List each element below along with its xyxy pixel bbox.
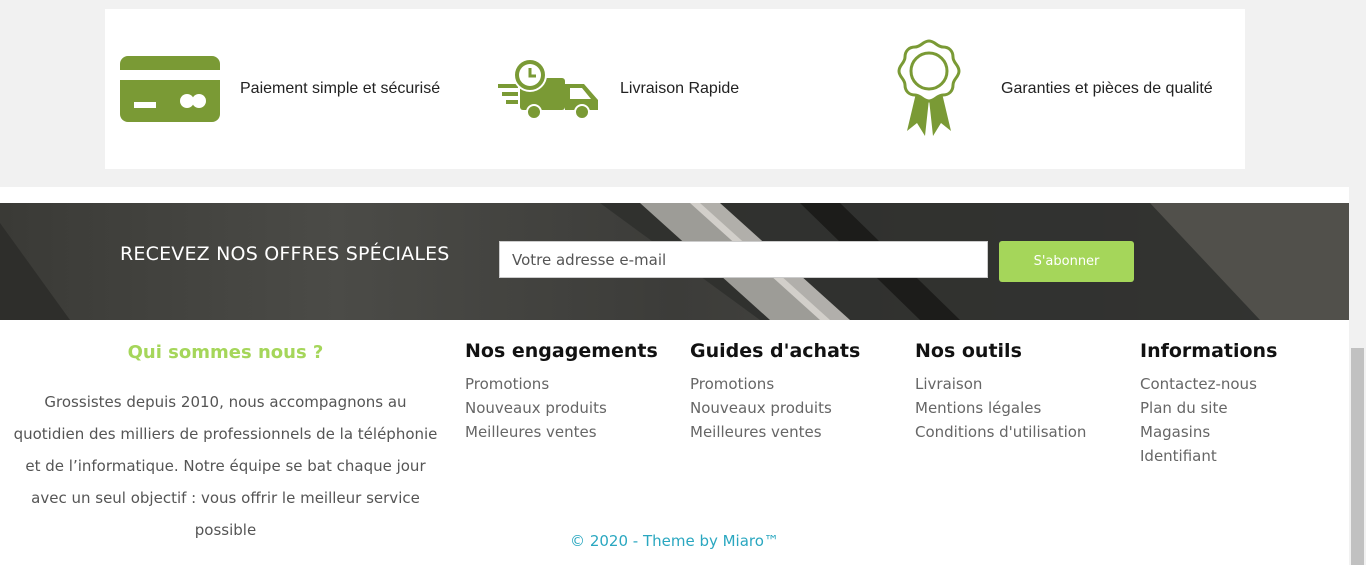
about-title: Qui sommes nous ? [127,342,324,363]
footer-link-new-products[interactable]: Nouveaux produits [690,399,832,417]
subscribe-button[interactable]: S'abonner [999,241,1134,282]
feature-label: Livraison Rapide [620,80,740,97]
footer-link-best-sellers[interactable]: Meilleures ventes [465,423,597,441]
footer-link-contact[interactable]: Contactez-nous [1140,375,1257,393]
footer-column-guides: Guides d'achats Promotions Nouveaux prod… [690,340,860,444]
footer-column-title: Nos outils [915,340,1022,362]
feature-label: Garanties et pièces de qualité [1001,80,1213,97]
copyright[interactable]: © 2020 - Theme by Miaro™ [0,532,1349,550]
reassurance-block: Paiement simple et sécurisé Livraison Ra… [105,9,1245,169]
newsletter-email-input[interactable] [499,241,988,278]
credit-card-icon [120,56,220,122]
footer-link-promotions[interactable]: Promotions [690,375,774,393]
footer-link-stores[interactable]: Magasins [1140,423,1210,441]
quality-badge-icon [897,39,961,139]
feature-quality-guarantee: Garanties et pièces de qualité [897,9,1213,169]
feature-fast-delivery: Livraison Rapide [498,9,739,169]
footer-column-title: Guides d'achats [690,340,861,362]
footer-link-legal-notice[interactable]: Mentions légales [915,399,1041,417]
feature-label: Paiement simple et sécurisé [240,80,441,97]
footer-column-engagements: Nos engagements Promotions Nouveaux prod… [465,340,658,444]
scrollbar-thumb[interactable] [1351,348,1364,565]
footer-link-login[interactable]: Identifiant [1140,447,1217,465]
footer-column-informations: Informations Contactez-nous Plan du site… [1140,340,1277,468]
footer-column-tools: Nos outils Livraison Mentions légales Co… [915,340,1086,444]
footer-link-new-products[interactable]: Nouveaux produits [465,399,607,417]
feature-secure-payment: Paiement simple et sécurisé [120,9,440,169]
delivery-truck-icon [498,58,599,120]
footer-link-terms[interactable]: Conditions d'utilisation [915,423,1086,441]
footer-column-title: Informations [1140,340,1278,362]
footer-column-title: Nos engagements [465,340,658,362]
newsletter-title: RECEVEZ NOS OFFRES SPÉCIALES [120,243,450,265]
footer-link-delivery[interactable]: Livraison [915,375,982,393]
about-text: Grossistes depuis 2010, nous accompagnon… [13,393,438,539]
footer-link-promotions[interactable]: Promotions [465,375,549,393]
footer: Qui sommes nous ? Grossistes depuis 2010… [0,320,1349,565]
footer-link-best-sellers[interactable]: Meilleures ventes [690,423,822,441]
vertical-scrollbar[interactable] [1349,0,1366,565]
footer-link-sitemap[interactable]: Plan du site [1140,399,1228,417]
